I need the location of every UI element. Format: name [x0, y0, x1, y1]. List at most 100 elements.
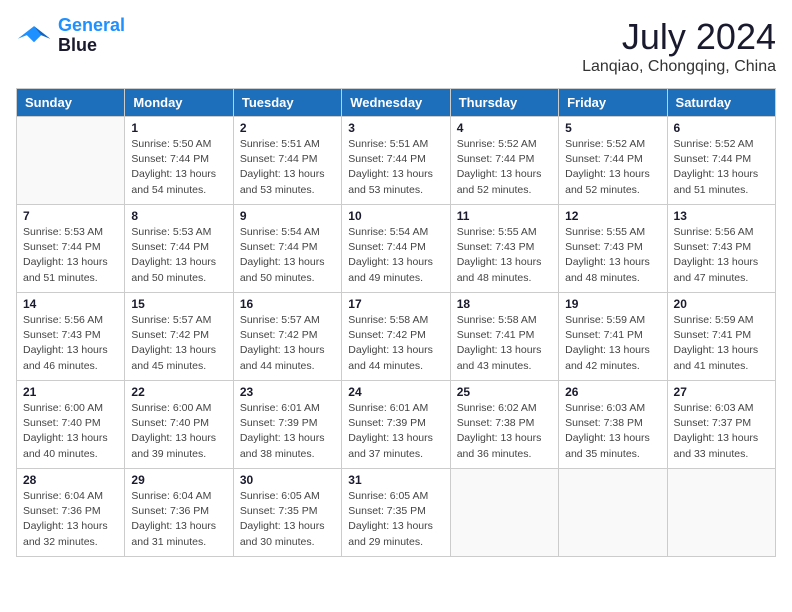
day-info: Sunrise: 5:52 AM Sunset: 7:44 PM Dayligh… — [674, 137, 769, 198]
day-number: 25 — [457, 385, 552, 399]
sunset-label: Sunset: 7:40 PM — [131, 417, 209, 429]
day-cell: 24 Sunrise: 6:01 AM Sunset: 7:39 PM Dayl… — [342, 381, 450, 469]
sunset-label: Sunset: 7:44 PM — [240, 153, 318, 165]
daylight-label: Daylight: 13 hours and 52 minutes. — [565, 168, 650, 195]
header-friday: Friday — [559, 89, 667, 117]
day-info: Sunrise: 5:55 AM Sunset: 7:43 PM Dayligh… — [565, 225, 660, 286]
header-wednesday: Wednesday — [342, 89, 450, 117]
day-number: 9 — [240, 209, 335, 223]
day-info: Sunrise: 6:02 AM Sunset: 7:38 PM Dayligh… — [457, 401, 552, 462]
header-saturday: Saturday — [667, 89, 775, 117]
day-info: Sunrise: 6:05 AM Sunset: 7:35 PM Dayligh… — [348, 489, 443, 550]
sunset-label: Sunset: 7:38 PM — [565, 417, 643, 429]
day-cell: 18 Sunrise: 5:58 AM Sunset: 7:41 PM Dayl… — [450, 293, 558, 381]
day-cell: 22 Sunrise: 6:00 AM Sunset: 7:40 PM Dayl… — [125, 381, 233, 469]
sunrise-label: Sunrise: 5:57 AM — [131, 314, 211, 326]
day-cell: 19 Sunrise: 5:59 AM Sunset: 7:41 PM Dayl… — [559, 293, 667, 381]
week-row-4: 21 Sunrise: 6:00 AM Sunset: 7:40 PM Dayl… — [17, 381, 776, 469]
week-row-5: 28 Sunrise: 6:04 AM Sunset: 7:36 PM Dayl… — [17, 469, 776, 557]
day-number: 13 — [674, 209, 769, 223]
sunset-label: Sunset: 7:40 PM — [23, 417, 101, 429]
day-info: Sunrise: 5:51 AM Sunset: 7:44 PM Dayligh… — [348, 137, 443, 198]
week-row-3: 14 Sunrise: 5:56 AM Sunset: 7:43 PM Dayl… — [17, 293, 776, 381]
daylight-label: Daylight: 13 hours and 53 minutes. — [348, 168, 433, 195]
day-cell: 14 Sunrise: 5:56 AM Sunset: 7:43 PM Dayl… — [17, 293, 125, 381]
sunset-label: Sunset: 7:43 PM — [565, 241, 643, 253]
sunrise-label: Sunrise: 5:51 AM — [348, 138, 428, 150]
day-cell: 9 Sunrise: 5:54 AM Sunset: 7:44 PM Dayli… — [233, 205, 341, 293]
sunrise-label: Sunrise: 6:02 AM — [457, 402, 537, 414]
day-number: 22 — [131, 385, 226, 399]
sunset-label: Sunset: 7:43 PM — [457, 241, 535, 253]
day-info: Sunrise: 5:56 AM Sunset: 7:43 PM Dayligh… — [674, 225, 769, 286]
sunrise-label: Sunrise: 5:51 AM — [240, 138, 320, 150]
day-cell — [450, 469, 558, 557]
sunset-label: Sunset: 7:42 PM — [240, 329, 318, 341]
day-cell: 15 Sunrise: 5:57 AM Sunset: 7:42 PM Dayl… — [125, 293, 233, 381]
page-header: GeneralBlue July 2024 Lanqiao, Chongqing… — [16, 16, 776, 76]
header-sunday: Sunday — [17, 89, 125, 117]
sunset-label: Sunset: 7:41 PM — [565, 329, 643, 341]
sunset-label: Sunset: 7:43 PM — [23, 329, 101, 341]
sunset-label: Sunset: 7:39 PM — [240, 417, 318, 429]
day-info: Sunrise: 6:04 AM Sunset: 7:36 PM Dayligh… — [131, 489, 226, 550]
header-tuesday: Tuesday — [233, 89, 341, 117]
sunset-label: Sunset: 7:35 PM — [240, 505, 318, 517]
day-info: Sunrise: 5:57 AM Sunset: 7:42 PM Dayligh… — [131, 313, 226, 374]
day-cell: 1 Sunrise: 5:50 AM Sunset: 7:44 PM Dayli… — [125, 117, 233, 205]
sunrise-label: Sunrise: 5:53 AM — [131, 226, 211, 238]
sunrise-label: Sunrise: 5:55 AM — [565, 226, 645, 238]
daylight-label: Daylight: 13 hours and 42 minutes. — [565, 344, 650, 371]
day-cell: 7 Sunrise: 5:53 AM Sunset: 7:44 PM Dayli… — [17, 205, 125, 293]
day-cell: 27 Sunrise: 6:03 AM Sunset: 7:37 PM Dayl… — [667, 381, 775, 469]
sunset-label: Sunset: 7:44 PM — [131, 241, 209, 253]
daylight-label: Daylight: 13 hours and 33 minutes. — [674, 432, 759, 459]
logo-icon — [16, 22, 52, 50]
daylight-label: Daylight: 13 hours and 36 minutes. — [457, 432, 542, 459]
daylight-label: Daylight: 13 hours and 54 minutes. — [131, 168, 216, 195]
sunset-label: Sunset: 7:44 PM — [131, 153, 209, 165]
daylight-label: Daylight: 13 hours and 46 minutes. — [23, 344, 108, 371]
sunset-label: Sunset: 7:39 PM — [348, 417, 426, 429]
sunrise-label: Sunrise: 5:54 AM — [348, 226, 428, 238]
daylight-label: Daylight: 13 hours and 38 minutes. — [240, 432, 325, 459]
sunrise-label: Sunrise: 5:59 AM — [565, 314, 645, 326]
day-number: 10 — [348, 209, 443, 223]
sunset-label: Sunset: 7:44 PM — [565, 153, 643, 165]
day-info: Sunrise: 6:00 AM Sunset: 7:40 PM Dayligh… — [23, 401, 118, 462]
daylight-label: Daylight: 13 hours and 41 minutes. — [674, 344, 759, 371]
day-number: 19 — [565, 297, 660, 311]
day-info: Sunrise: 6:01 AM Sunset: 7:39 PM Dayligh… — [240, 401, 335, 462]
logo: GeneralBlue — [16, 16, 125, 56]
daylight-label: Daylight: 13 hours and 48 minutes. — [457, 256, 542, 283]
sunrise-label: Sunrise: 5:58 AM — [348, 314, 428, 326]
daylight-label: Daylight: 13 hours and 53 minutes. — [240, 168, 325, 195]
sunrise-label: Sunrise: 5:58 AM — [457, 314, 537, 326]
day-info: Sunrise: 5:55 AM Sunset: 7:43 PM Dayligh… — [457, 225, 552, 286]
header-monday: Monday — [125, 89, 233, 117]
header-thursday: Thursday — [450, 89, 558, 117]
day-cell: 29 Sunrise: 6:04 AM Sunset: 7:36 PM Dayl… — [125, 469, 233, 557]
day-info: Sunrise: 5:51 AM Sunset: 7:44 PM Dayligh… — [240, 137, 335, 198]
sunset-label: Sunset: 7:38 PM — [457, 417, 535, 429]
daylight-label: Daylight: 13 hours and 51 minutes. — [23, 256, 108, 283]
day-info: Sunrise: 6:04 AM Sunset: 7:36 PM Dayligh… — [23, 489, 118, 550]
sunset-label: Sunset: 7:44 PM — [674, 153, 752, 165]
day-info: Sunrise: 5:57 AM Sunset: 7:42 PM Dayligh… — [240, 313, 335, 374]
day-cell: 5 Sunrise: 5:52 AM Sunset: 7:44 PM Dayli… — [559, 117, 667, 205]
daylight-label: Daylight: 13 hours and 50 minutes. — [240, 256, 325, 283]
daylight-label: Daylight: 13 hours and 49 minutes. — [348, 256, 433, 283]
sunset-label: Sunset: 7:44 PM — [348, 241, 426, 253]
day-cell: 12 Sunrise: 5:55 AM Sunset: 7:43 PM Dayl… — [559, 205, 667, 293]
day-number: 30 — [240, 473, 335, 487]
daylight-label: Daylight: 13 hours and 37 minutes. — [348, 432, 433, 459]
day-cell: 23 Sunrise: 6:01 AM Sunset: 7:39 PM Dayl… — [233, 381, 341, 469]
day-number: 5 — [565, 121, 660, 135]
day-number: 14 — [23, 297, 118, 311]
day-info: Sunrise: 6:03 AM Sunset: 7:37 PM Dayligh… — [674, 401, 769, 462]
sunrise-label: Sunrise: 5:52 AM — [457, 138, 537, 150]
logo-text: GeneralBlue — [58, 16, 125, 56]
day-cell: 4 Sunrise: 5:52 AM Sunset: 7:44 PM Dayli… — [450, 117, 558, 205]
day-info: Sunrise: 6:03 AM Sunset: 7:38 PM Dayligh… — [565, 401, 660, 462]
sunrise-label: Sunrise: 5:52 AM — [565, 138, 645, 150]
